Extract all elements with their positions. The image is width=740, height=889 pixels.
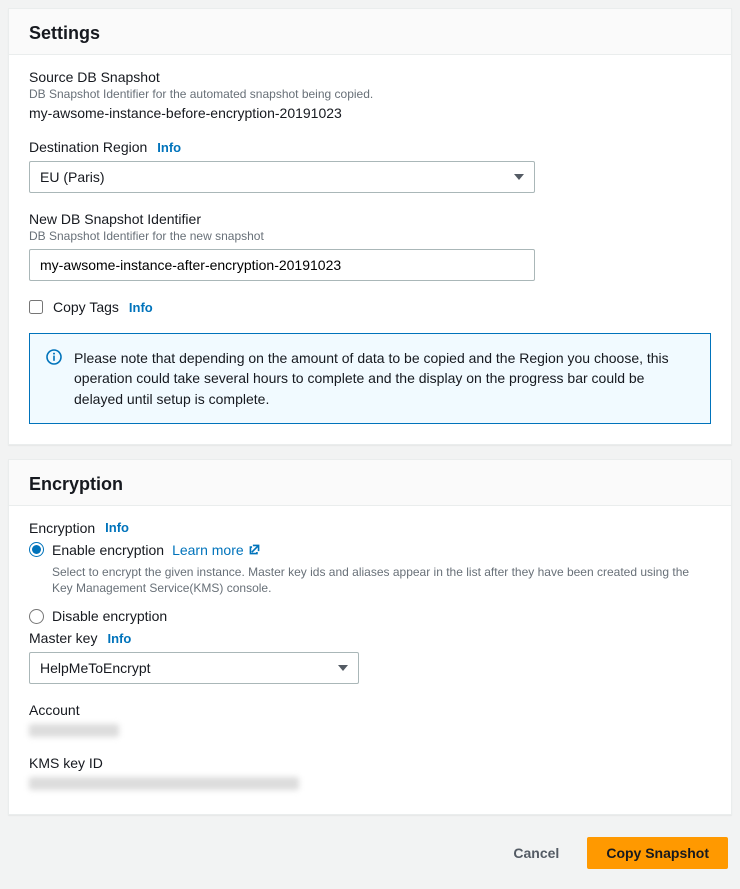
enable-encryption-radio[interactable] — [29, 542, 44, 557]
encryption-info-link[interactable]: Info — [105, 520, 129, 535]
master-key-select[interactable]: HelpMeToEncrypt — [29, 652, 359, 684]
learn-more-text: Learn more — [172, 542, 244, 558]
source-snapshot-field: Source DB Snapshot DB Snapshot Identifie… — [29, 69, 711, 121]
copy-tags-info-link[interactable]: Info — [129, 300, 153, 315]
master-key-field: Master key Info HelpMeToEncrypt — [29, 630, 711, 684]
enable-encryption-row[interactable]: Enable encryption Learn more — [29, 542, 711, 558]
encryption-panel: Encryption Encryption Info Enable encryp… — [8, 459, 732, 815]
source-snapshot-desc: DB Snapshot Identifier for the automated… — [29, 87, 711, 101]
settings-header: Settings — [9, 9, 731, 55]
kms-key-id-field: KMS key ID — [29, 755, 711, 790]
encryption-radio-group: Enable encryption Learn more Select to e… — [29, 542, 711, 624]
master-key-value: HelpMeToEncrypt — [40, 660, 151, 676]
source-snapshot-value: my-awsome-instance-before-encryption-201… — [29, 105, 711, 121]
enable-encryption-desc: Select to encrypt the given instance. Ma… — [52, 564, 711, 596]
chevron-down-icon — [514, 174, 524, 180]
settings-panel: Settings Source DB Snapshot DB Snapshot … — [8, 8, 732, 445]
destination-region-field: Destination Region Info EU (Paris) — [29, 139, 711, 193]
account-value-redacted — [29, 724, 119, 737]
disable-encryption-label: Disable encryption — [52, 608, 167, 624]
encryption-body: Encryption Info Enable encryption Learn … — [9, 506, 731, 814]
encryption-label: Encryption — [29, 520, 95, 536]
new-snapshot-id-field: New DB Snapshot Identifier DB Snapshot I… — [29, 211, 711, 281]
kms-key-id-label: KMS key ID — [29, 755, 711, 771]
disable-encryption-radio[interactable] — [29, 609, 44, 624]
copy-tags-row: Copy Tags Info — [29, 299, 711, 315]
destination-region-label: Destination Region — [29, 139, 147, 155]
copy-tags-checkbox[interactable] — [29, 300, 43, 314]
encryption-field: Encryption Info Enable encryption Learn … — [29, 520, 711, 624]
master-key-label: Master key — [29, 630, 97, 646]
copy-snapshot-button[interactable]: Copy Snapshot — [587, 837, 728, 869]
cancel-button[interactable]: Cancel — [495, 837, 577, 869]
settings-body: Source DB Snapshot DB Snapshot Identifie… — [9, 55, 731, 444]
account-label: Account — [29, 702, 711, 718]
destination-region-select[interactable]: EU (Paris) — [29, 161, 535, 193]
settings-title: Settings — [29, 23, 711, 44]
enable-encryption-label: Enable encryption — [52, 542, 164, 558]
new-snapshot-id-desc: DB Snapshot Identifier for the new snaps… — [29, 229, 711, 243]
footer-actions: Cancel Copy Snapshot — [8, 829, 732, 881]
new-snapshot-id-input-wrapper[interactable] — [29, 249, 535, 281]
external-link-icon — [248, 543, 261, 556]
encryption-header: Encryption — [9, 460, 731, 506]
source-snapshot-label: Source DB Snapshot — [29, 69, 711, 85]
chevron-down-icon — [338, 665, 348, 671]
new-snapshot-id-label: New DB Snapshot Identifier — [29, 211, 711, 227]
master-key-info-link[interactable]: Info — [107, 631, 131, 646]
encryption-title: Encryption — [29, 474, 711, 495]
info-icon — [46, 349, 62, 368]
info-alert-text: Please note that depending on the amount… — [74, 348, 694, 409]
kms-key-id-value-redacted — [29, 777, 299, 790]
new-snapshot-id-input[interactable] — [40, 250, 524, 280]
disable-encryption-row[interactable]: Disable encryption — [29, 608, 711, 624]
destination-region-value: EU (Paris) — [40, 169, 105, 185]
info-alert: Please note that depending on the amount… — [29, 333, 711, 424]
learn-more-link[interactable]: Learn more — [172, 542, 261, 558]
copy-tags-label: Copy Tags — [53, 299, 119, 315]
account-field: Account — [29, 702, 711, 737]
destination-region-info-link[interactable]: Info — [157, 140, 181, 155]
